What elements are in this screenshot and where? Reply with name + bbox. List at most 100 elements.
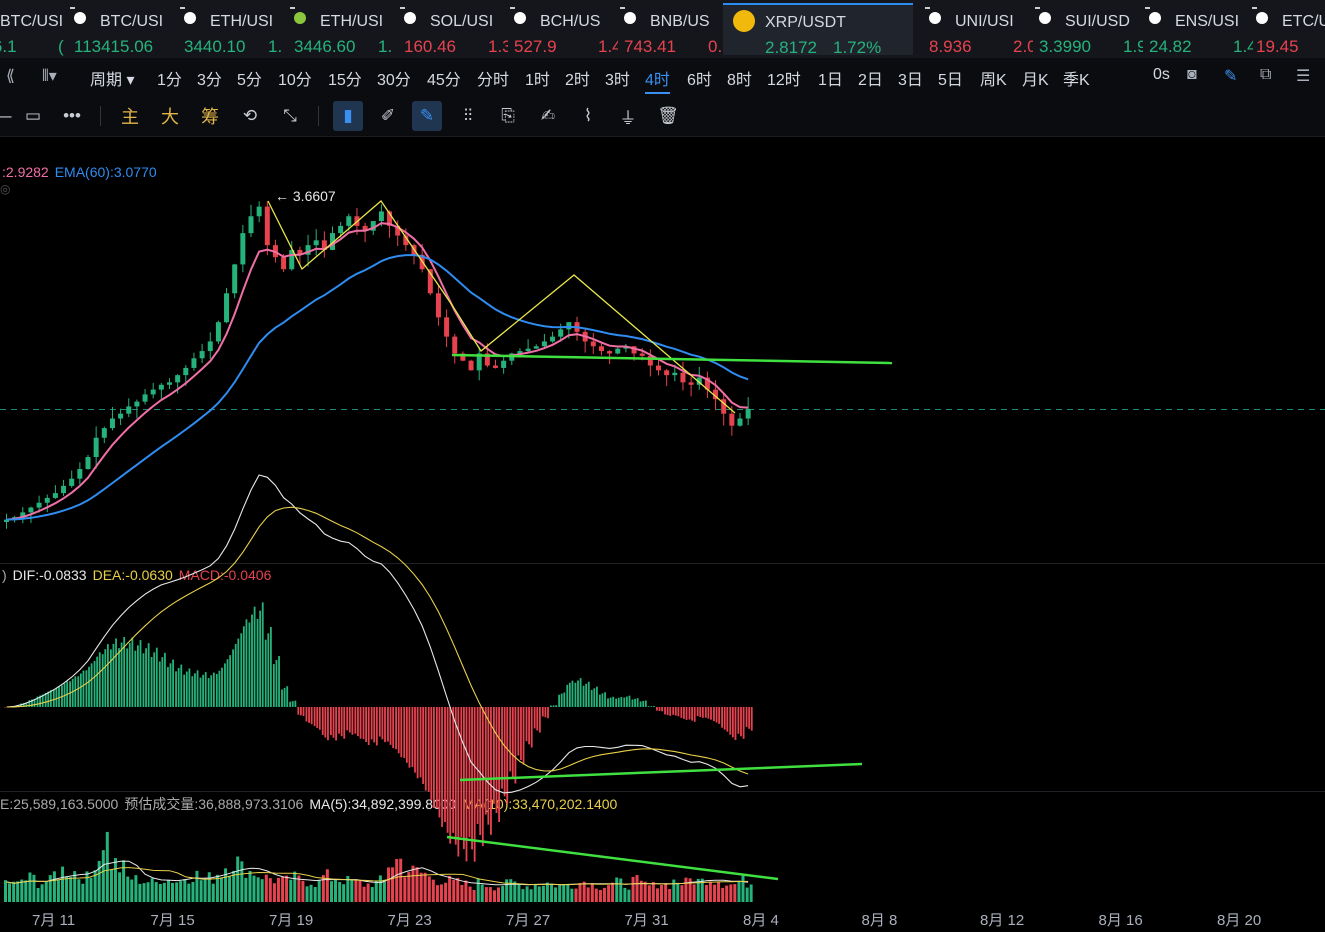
ticker-change: 1.3: [488, 37, 508, 56]
settings-icon[interactable]: ☰: [1296, 66, 1310, 86]
timeframe-option[interactable]: 2日: [858, 66, 883, 90]
bookmark-icon[interactable]: ▮: [333, 101, 363, 131]
timeframe-option[interactable]: 周K: [980, 66, 1007, 90]
volume-bar: [268, 878, 272, 902]
ticker-tab[interactable]: ETH/USI 3446.60 1.: [290, 4, 398, 56]
timeframe-option[interactable]: 6时: [687, 66, 712, 90]
candle: [167, 382, 172, 385]
collapse-left-icon[interactable]: ⟪: [6, 66, 15, 86]
ticker-tab[interactable]: SUI/USD 3.3990 1.9: [1035, 4, 1143, 56]
timeframe-option[interactable]: 15分: [328, 66, 362, 90]
macd-bar: [147, 643, 150, 707]
chart-area[interactable]: :2.9282 EMA(60):3.0770 ◎ ) DIF:-0.0833 DEA:…: [0, 137, 1325, 932]
macd-bar: [172, 659, 174, 707]
volume-bar: [488, 887, 492, 902]
candle: [338, 225, 344, 234]
minus-icon[interactable]: —: [0, 101, 18, 131]
macd-bar: [419, 707, 422, 778]
chips-button[interactable]: 筹: [195, 101, 225, 131]
timeframe-option[interactable]: 10分: [278, 66, 312, 90]
period-dropdown[interactable]: 周期 ▾: [90, 66, 135, 90]
trend-tool-icon[interactable]: ⤡: [275, 101, 305, 131]
ticker-tab[interactable]: BNB/US743.410.9: [620, 4, 728, 56]
ticker-tab[interactable]: BTC/USI 113415.06: [70, 4, 178, 56]
macd-bar: [340, 707, 343, 737]
timeframe-option[interactable]: 1分: [157, 66, 182, 90]
timeframe-option[interactable]: 3时: [605, 66, 630, 90]
trash-icon[interactable]: 🗑: [653, 101, 683, 131]
timeframe-option[interactable]: 季K: [1063, 66, 1090, 90]
timeframe-option[interactable]: 12时: [767, 66, 801, 90]
macd-bar: [158, 661, 161, 707]
volume-bar: [313, 887, 317, 902]
macd-bar: [98, 652, 101, 707]
ticker-tab[interactable]: ENS/USI 24.82 1.47: [1145, 4, 1253, 56]
macd-bar: [411, 707, 414, 767]
volume-bar: [199, 880, 203, 902]
volume-bar: [480, 884, 484, 902]
ticker-tab[interactable]: ETH/USI 3440.10 1.: [180, 4, 288, 56]
candle: [639, 353, 645, 356]
window-icon[interactable]: ⧉: [1260, 66, 1271, 84]
volume-bar: [342, 884, 346, 902]
timeframe-option[interactable]: 5日: [938, 66, 963, 90]
volume-bar: [456, 877, 460, 902]
macd-bar: [332, 707, 335, 738]
macd-bar: [392, 707, 395, 749]
volume-bar: [517, 883, 521, 902]
ticker-tab[interactable]: SOL/USI 160.46 1.3: [400, 4, 508, 56]
ticker-tab[interactable]: BTC/USI 356.1 (: [0, 4, 78, 56]
volume-bar: [578, 882, 582, 902]
timeframe-option[interactable]: 2时: [565, 66, 590, 90]
volume-bar: [179, 881, 183, 902]
macd-bar: [620, 696, 623, 707]
macd-bar: [574, 682, 577, 707]
timeframe-option[interactable]: 45分: [427, 66, 461, 90]
coin-icon: [929, 12, 941, 24]
ticker-tab[interactable]: ETC/U19.451.4: [1252, 4, 1325, 56]
timeframe-option[interactable]: 4时: [645, 66, 670, 94]
timeframe-option[interactable]: 3日: [898, 66, 923, 90]
big-order-button[interactable]: 大: [155, 101, 185, 131]
macd-bar: [541, 707, 544, 717]
timeframe-option[interactable]: 3分: [197, 66, 222, 90]
macd-bar: [680, 707, 683, 718]
edit-icon[interactable]: ✍: [533, 101, 563, 131]
candles-icon[interactable]: ⫶⫶: [453, 101, 483, 131]
ticker-tab[interactable]: UNI/USI 8.936 2.04: [925, 4, 1033, 56]
ruler-icon[interactable]: ✐: [373, 101, 403, 131]
filter-icon[interactable]: ⏚: [613, 101, 643, 131]
timeframe-option[interactable]: 5分: [237, 66, 262, 90]
macd-bar: [338, 707, 340, 734]
timeframe-option[interactable]: 30分: [377, 66, 411, 90]
candle-type-icon[interactable]: ⫴▾: [42, 66, 57, 86]
timeframe-option[interactable]: 1时: [525, 66, 550, 90]
volume-bar: [321, 875, 325, 902]
ticker-price: 743.41: [624, 37, 676, 56]
volume-bar: [130, 879, 134, 902]
macd-bar: [221, 667, 223, 707]
macd-bar: [547, 707, 549, 719]
timeframe-option[interactable]: 分时: [477, 66, 509, 90]
timeframe-option[interactable]: 月K: [1022, 66, 1049, 90]
rectangle-icon[interactable]: ▭: [18, 101, 48, 131]
sync-icon[interactable]: ⟲: [235, 101, 265, 131]
macd-bar: [305, 707, 308, 722]
macd-bar: [242, 626, 245, 707]
volume-bar: [460, 884, 464, 902]
draw-pen-icon[interactable]: ✎: [412, 101, 442, 131]
main-indicator-button[interactable]: 主: [115, 101, 145, 131]
more-icon[interactable]: •••: [57, 101, 87, 131]
time-axis-label: 7月 23: [387, 912, 432, 929]
copy-icon[interactable]: ⎘: [493, 101, 523, 131]
pen-icon[interactable]: ✎: [1224, 66, 1237, 86]
ticker-tab[interactable]: XRP/USDT 2.8172 1.72%: [723, 3, 913, 55]
volume-bar: [713, 884, 717, 902]
timeframe-option[interactable]: 1日: [818, 66, 843, 90]
brush-icon[interactable]: ⌇: [573, 101, 603, 131]
chart-canvas[interactable]: ← 3.6607: [0, 137, 1325, 906]
ticker-tab[interactable]: BCH/US 527.9 1.48: [510, 4, 618, 56]
camera-icon[interactable]: ◙: [1187, 66, 1197, 84]
timeframe-option[interactable]: 8时: [727, 66, 752, 90]
volume-bar: [749, 884, 753, 902]
